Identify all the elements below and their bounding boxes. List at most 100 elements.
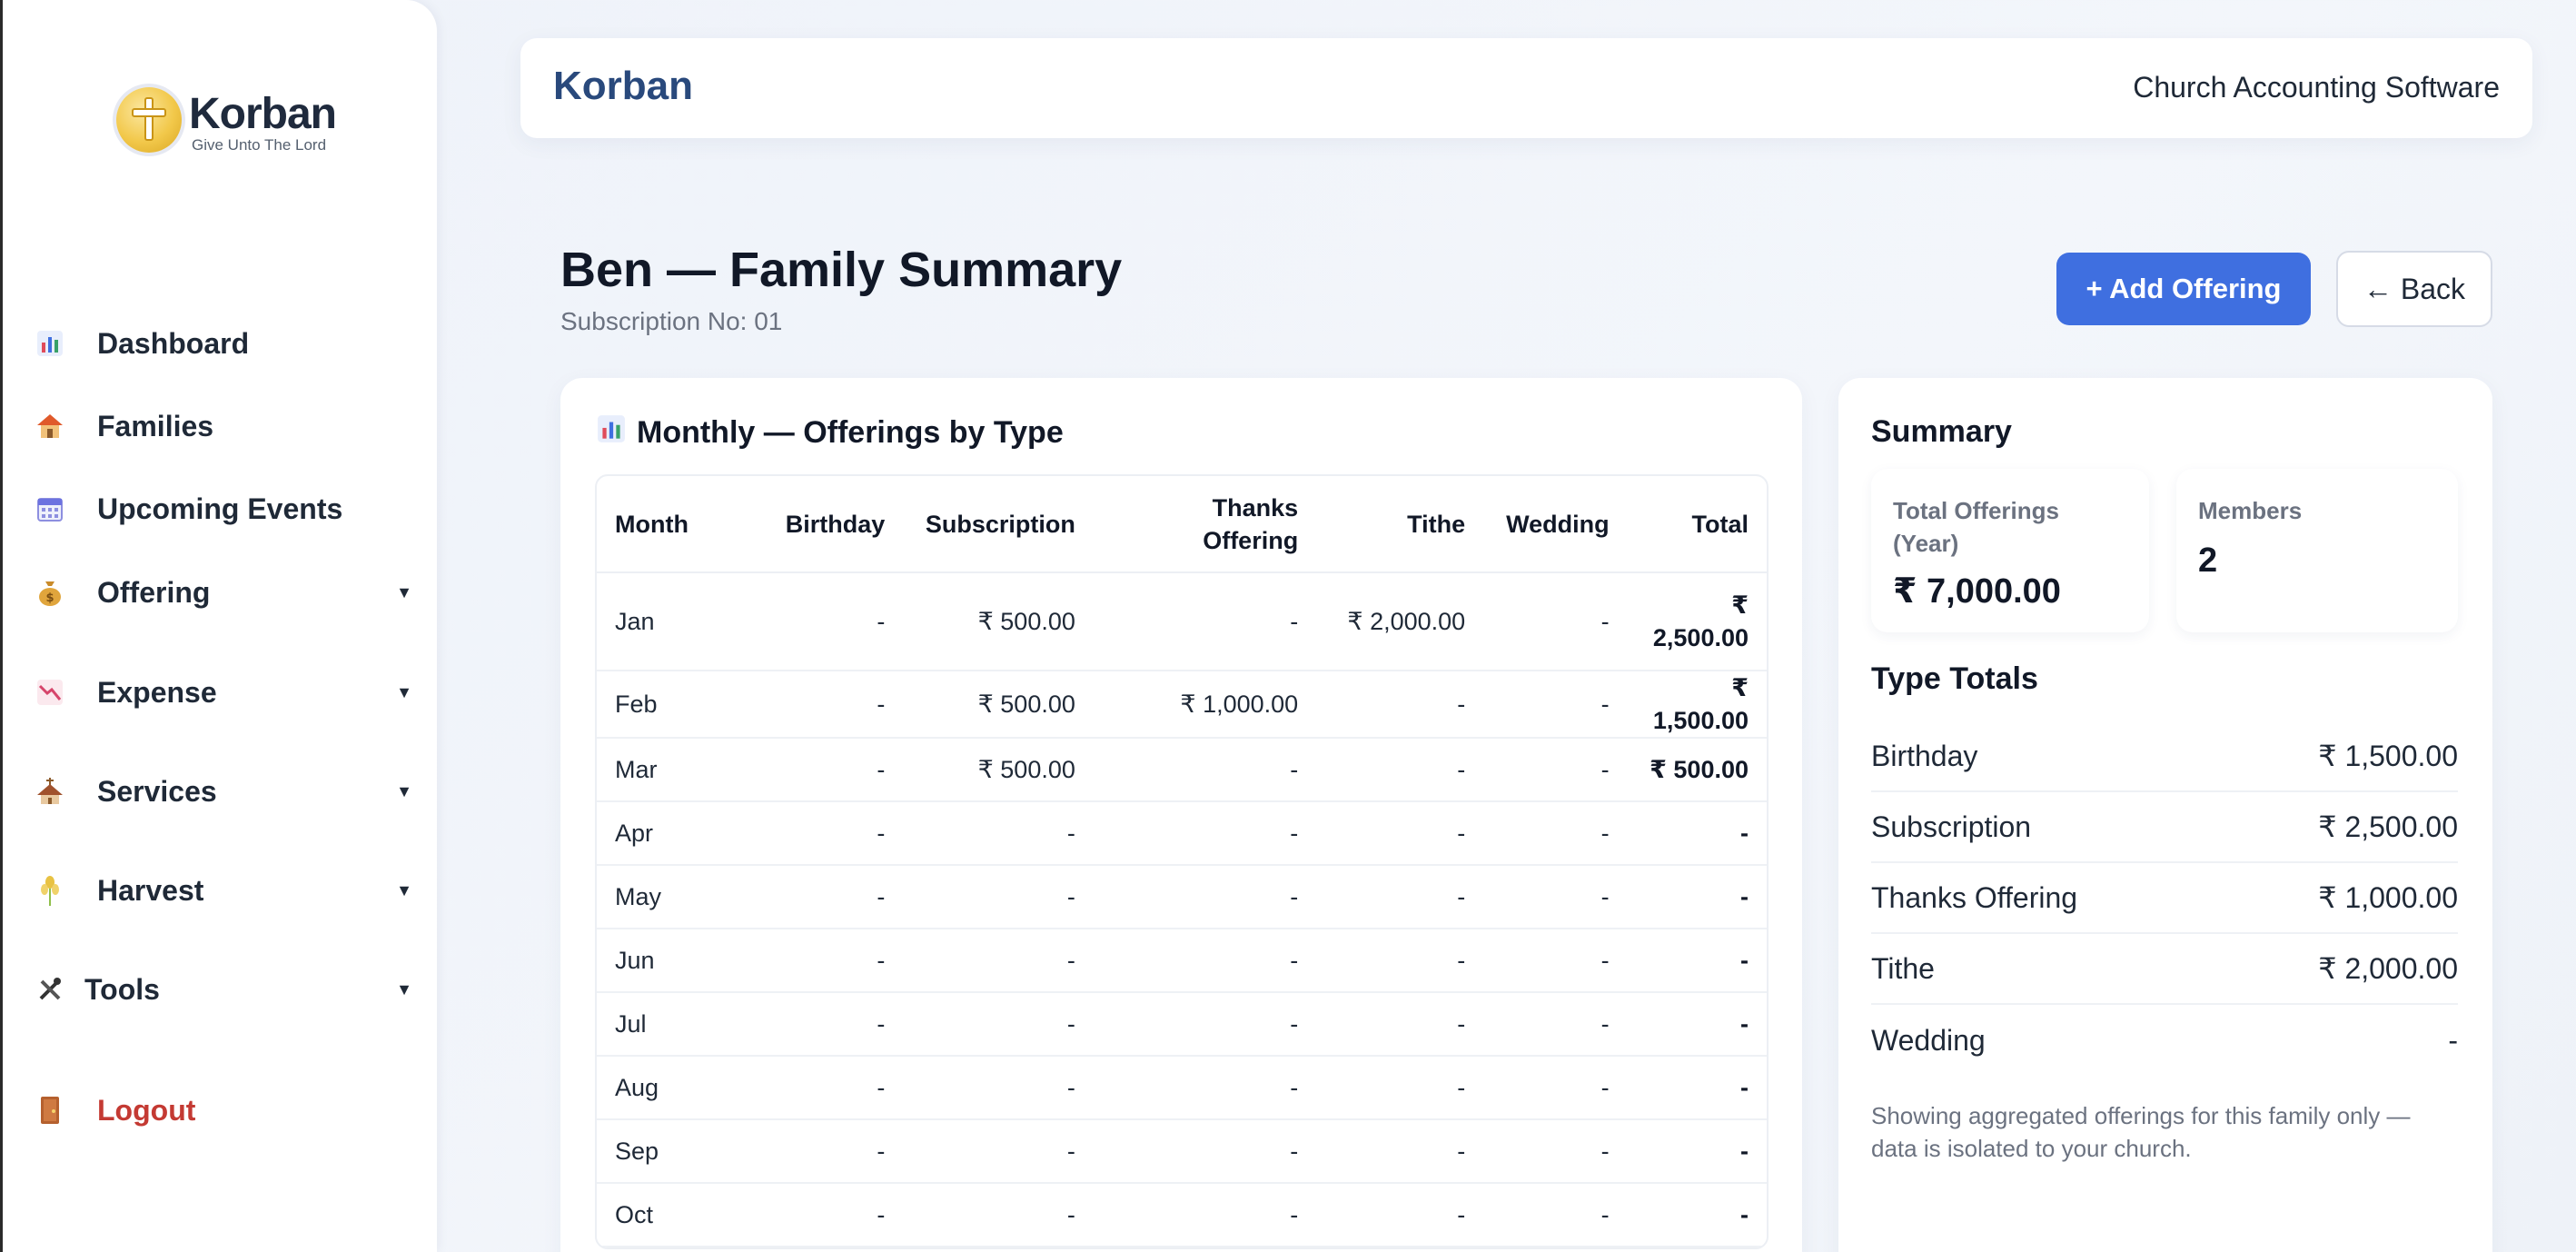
sidebar-item-label: Tools: [84, 972, 160, 1006]
total-cell: -: [1627, 929, 1767, 993]
amount-cell: -: [1316, 801, 1484, 866]
sidebar-item-label: Logout: [97, 1093, 196, 1127]
total-cell: -: [1627, 865, 1767, 929]
month-cell: Aug: [597, 1056, 755, 1120]
column-header-month[interactable]: Month: [597, 476, 755, 573]
logo-name: Korban: [189, 90, 337, 138]
sidebar-item-label: Harvest: [97, 873, 204, 907]
column-header-thanks-offering[interactable]: Thanks Offering: [1093, 476, 1317, 573]
amount-cell: -: [754, 738, 904, 802]
amount-cell: -: [1316, 1119, 1484, 1184]
type-total-value: ₹ 1,500.00: [2318, 740, 2458, 772]
table-row: Apr - - - - - -: [597, 801, 1767, 866]
summary-title: Summary: [1871, 414, 2012, 449]
amount-cell: ₹ 1,000.00: [1093, 671, 1317, 739]
column-header-tithe[interactable]: Tithe: [1316, 476, 1484, 573]
amount-cell: -: [903, 1056, 1094, 1120]
sidebar-item-expense[interactable]: Expense ▼: [34, 667, 412, 718]
app-logo[interactable]: Korban Give Unto The Lord: [116, 85, 337, 156]
type-total-label: Tithe: [1871, 951, 1935, 985]
chevron-down-icon[interactable]: ▼: [396, 782, 412, 801]
month-cell: Jun: [597, 929, 755, 993]
sidebar-item-harvest[interactable]: Harvest ▼: [34, 865, 412, 916]
type-total-value: ₹ 2,500.00: [2318, 810, 2458, 843]
table-row: Sep - - - - - -: [597, 1119, 1767, 1184]
amount-cell: -: [1316, 671, 1484, 739]
amount-cell: -: [754, 572, 904, 671]
sidebar-item-label: Upcoming Events: [97, 492, 343, 525]
amount-cell: -: [1093, 1056, 1317, 1120]
total-offerings-value: ₹ 7,000.00: [1893, 572, 2061, 611]
tools-icon: [34, 973, 66, 1006]
sidebar-item-families[interactable]: Families: [34, 401, 412, 452]
amount-cell: -: [1093, 929, 1317, 993]
total-cell: ₹ 1,500.00: [1627, 671, 1767, 739]
amount-cell: ₹ 500.00: [903, 671, 1094, 739]
members-value: 2: [2198, 542, 2218, 580]
monthly-card-header: Monthly — Offerings by Type: [597, 414, 1064, 451]
sidebar-item-label: Dashboard: [97, 326, 250, 360]
members-label: Members: [2198, 497, 2303, 524]
type-total-value: ₹ 2,000.00: [2318, 952, 2458, 985]
amount-cell: -: [754, 865, 904, 929]
amount-cell: -: [1093, 1119, 1317, 1184]
table-row: Jun - - - - - -: [597, 929, 1767, 993]
amount-cell: -: [1316, 865, 1484, 929]
month-cell: Feb: [597, 671, 755, 739]
monthly-offerings-table: Month Birthday Subscription Thanks Offer…: [595, 474, 1769, 1249]
amount-cell: -: [1093, 992, 1317, 1057]
chevron-down-icon[interactable]: ▼: [396, 881, 412, 900]
amount-cell: -: [1316, 992, 1484, 1057]
amount-cell: -: [1316, 1183, 1484, 1247]
table-row: Jan - ₹ 500.00- ₹ 2,000.00- ₹ 2,500.00: [597, 572, 1767, 671]
type-total-value: ₹ 1,000.00: [2318, 881, 2458, 914]
sidebar-item-upcoming-events[interactable]: Upcoming Events: [34, 483, 412, 534]
chevron-down-icon[interactable]: ▼: [396, 980, 412, 999]
wheat-icon: [34, 874, 66, 907]
sidebar-item-label: Offering: [97, 575, 211, 609]
total-cell: ₹ 2,500.00: [1627, 572, 1767, 671]
church-icon: [34, 775, 66, 808]
amount-cell: ₹ 500.00: [903, 738, 1094, 802]
sidebar-item-offering[interactable]: $ Offering ▼: [34, 567, 412, 618]
sidebar-item-tools[interactable]: Tools ▼: [34, 964, 412, 1015]
header-tagline: Church Accounting Software: [2133, 71, 2500, 104]
month-cell: Jan: [597, 572, 755, 671]
amount-cell: -: [903, 1183, 1094, 1247]
chevron-down-icon[interactable]: ▼: [396, 583, 412, 602]
page-title: Ben — Family Summary: [560, 243, 1123, 297]
column-header-subscription[interactable]: Subscription: [903, 476, 1094, 573]
column-header-total[interactable]: Total: [1627, 476, 1767, 573]
amount-cell: -: [1483, 572, 1628, 671]
total-cell: -: [1627, 992, 1767, 1057]
column-header-birthday[interactable]: Birthday: [754, 476, 904, 573]
sidebar: Korban Give Unto The Lord Dashboard Fami…: [0, 0, 437, 1252]
amount-cell: -: [754, 801, 904, 866]
month-cell: May: [597, 865, 755, 929]
amount-cell: -: [1483, 992, 1628, 1057]
total-offerings-label: Total Offerings (Year): [1893, 497, 2059, 557]
table-row: Feb - ₹ 500.00 ₹ 1,000.00- - ₹ 1,500.00: [597, 671, 1767, 739]
amount-cell: -: [754, 671, 904, 739]
amount-cell: -: [1093, 1183, 1317, 1247]
table-row: Oct - - - - - -: [597, 1183, 1767, 1247]
sidebar-item-logout[interactable]: Logout: [34, 1085, 412, 1136]
door-icon: [34, 1094, 66, 1127]
amount-cell: -: [1093, 865, 1317, 929]
column-header-wedding[interactable]: Wedding: [1483, 476, 1628, 573]
chevron-down-icon[interactable]: ▼: [396, 683, 412, 702]
amount-cell: -: [1316, 929, 1484, 993]
total-cell: -: [1627, 1056, 1767, 1120]
month-cell: Sep: [597, 1119, 755, 1184]
header-brand[interactable]: Korban: [553, 64, 693, 109]
add-offering-button[interactable]: + Add Offering: [2056, 253, 2311, 325]
amount-cell: -: [1483, 929, 1628, 993]
isolation-note: Showing aggregated offerings for this fa…: [1871, 1102, 2411, 1162]
sidebar-item-services[interactable]: Services ▼: [34, 766, 412, 817]
total-cell: -: [1627, 1183, 1767, 1247]
amount-cell: -: [1316, 1056, 1484, 1120]
amount-cell: -: [1483, 1119, 1628, 1184]
back-button[interactable]: ← Back: [2336, 251, 2492, 327]
amount-cell: -: [1483, 1056, 1628, 1120]
sidebar-item-dashboard[interactable]: Dashboard: [34, 318, 412, 369]
